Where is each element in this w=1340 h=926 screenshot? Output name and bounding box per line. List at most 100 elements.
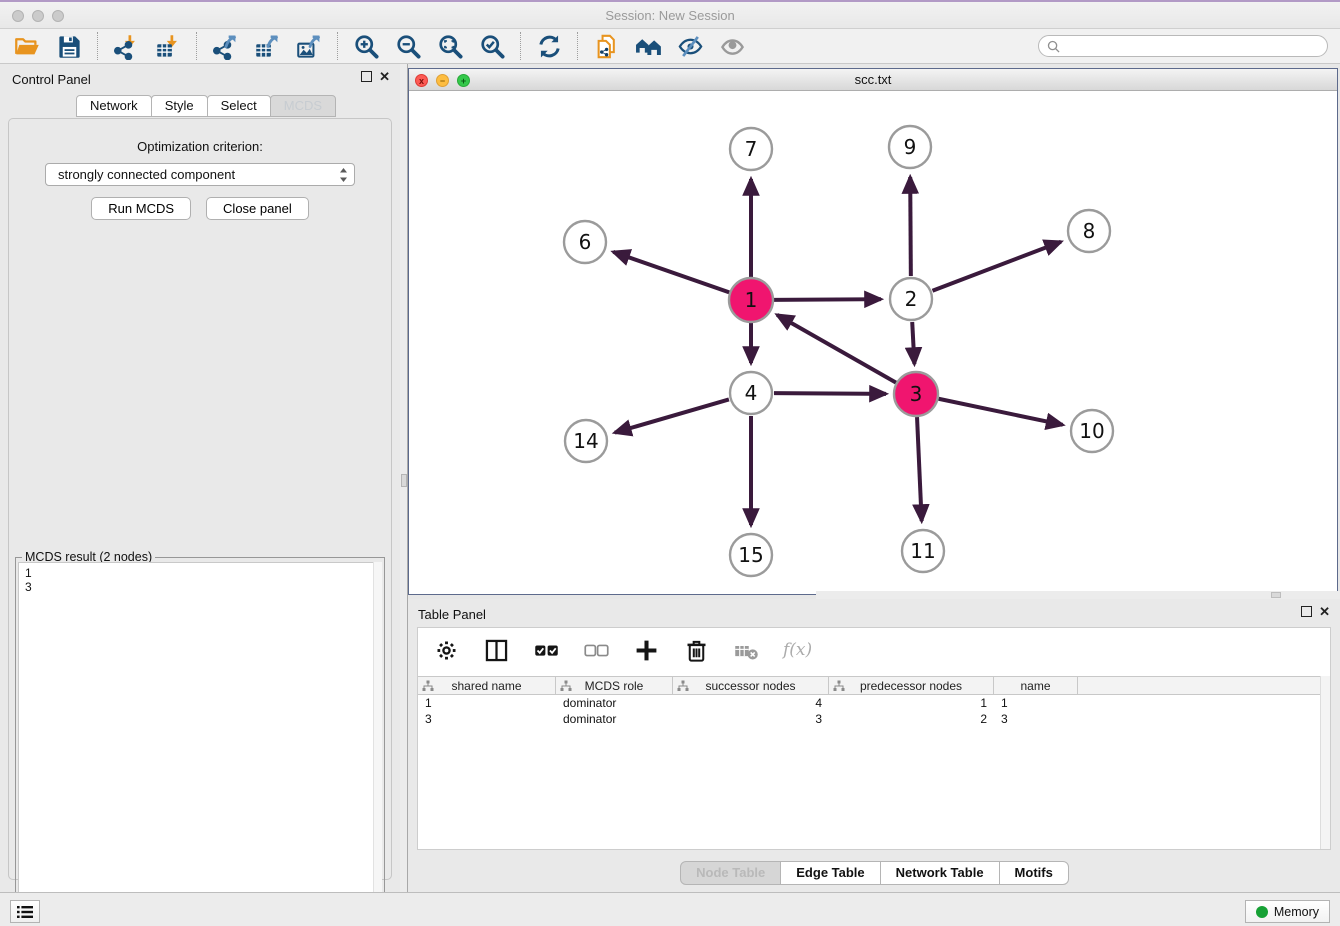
graph-edge-1-6[interactable]	[613, 252, 729, 293]
table-cell[interactable]: 2	[829, 711, 994, 727]
tab-style[interactable]: Style	[151, 95, 208, 117]
table-cell[interactable]: dominator	[556, 695, 673, 711]
delete-table-button[interactable]	[733, 636, 760, 664]
delete-rows-button[interactable]	[683, 636, 710, 664]
graph-node-label: 4	[745, 381, 758, 405]
table-scrollbar[interactable]	[1320, 676, 1330, 849]
graph-edge-2-8[interactable]	[932, 242, 1060, 291]
graph-node-label: 11	[910, 539, 935, 563]
table-cell[interactable]: 3	[673, 711, 829, 727]
tab-network-table[interactable]: Network Table	[880, 861, 1000, 885]
tab-network[interactable]: Network	[76, 95, 152, 117]
column-header-label: shared name	[451, 679, 521, 693]
import-network-button[interactable]	[105, 30, 147, 62]
table-cell[interactable]: 3	[418, 711, 556, 727]
zoom-out-button[interactable]	[387, 30, 429, 62]
close-panel-icon[interactable]: ✕	[1319, 606, 1330, 617]
graph-edge-2-9[interactable]	[910, 177, 911, 276]
column-header-MCDS-role[interactable]: MCDS role	[556, 677, 673, 694]
home-pair-button[interactable]	[627, 30, 669, 62]
import-table-button[interactable]	[147, 30, 189, 62]
graph-node-label: 8	[1083, 219, 1096, 243]
eye-disabled-button[interactable]	[711, 30, 753, 62]
table-cell[interactable]: 1	[829, 695, 994, 711]
network-graph[interactable]: 7968124314101511	[409, 91, 1337, 594]
export-table-button[interactable]	[246, 30, 288, 62]
toolbar-separator	[97, 32, 98, 60]
table-cell[interactable]: dominator	[556, 711, 673, 727]
memory-status-icon	[1256, 906, 1268, 918]
splitter-grip[interactable]	[401, 474, 407, 487]
deselect-all-rows-button[interactable]	[583, 636, 610, 664]
graph-edge-3-1[interactable]	[777, 315, 896, 383]
table-cell[interactable]: 1	[418, 695, 556, 711]
tab-mcds[interactable]: MCDS	[270, 95, 336, 117]
float-panel-icon[interactable]	[1301, 606, 1312, 617]
graph-edge-4-3[interactable]	[774, 393, 886, 394]
horizontal-splitter[interactable]	[816, 591, 1340, 599]
clone-network-button[interactable]	[585, 30, 627, 62]
optimization-criterion-label: Optimization criterion:	[9, 139, 391, 154]
tab-select[interactable]: Select	[207, 95, 271, 117]
zoom-fit-button[interactable]	[429, 30, 471, 62]
export-network-button[interactable]	[204, 30, 246, 62]
graph-edge-2-3[interactable]	[912, 322, 914, 364]
graph-edge-3-10[interactable]	[939, 399, 1063, 425]
refresh-layout-button[interactable]	[528, 30, 570, 62]
dropdown-stepper-icon	[339, 167, 348, 183]
function-builder-button[interactable]: f(x)	[783, 640, 812, 660]
add-row-button[interactable]	[633, 636, 660, 664]
vertical-splitter[interactable]	[400, 64, 408, 892]
graph-edge-3-11[interactable]	[917, 417, 922, 521]
search-box[interactable]	[1038, 35, 1328, 57]
table-row[interactable]: 1dominator411	[418, 695, 1320, 711]
column-header-label: successor nodes	[705, 679, 795, 693]
settings-gear-button[interactable]	[433, 636, 460, 664]
toggle-graphics-details-button[interactable]	[669, 30, 711, 62]
column-header-label: predecessor nodes	[860, 679, 962, 693]
column-header-shared-name[interactable]: shared name	[418, 677, 556, 694]
float-panel-icon[interactable]	[361, 71, 372, 82]
column-header-successor-nodes[interactable]: successor nodes	[673, 677, 829, 694]
close-panel-icon[interactable]: ✕	[379, 71, 390, 82]
tab-node-table[interactable]: Node Table	[680, 861, 781, 885]
graph-edge-1-2[interactable]	[774, 299, 881, 300]
open-session-button[interactable]	[6, 30, 48, 62]
delete-rows-icon	[683, 637, 710, 664]
export-image-button[interactable]	[288, 30, 330, 62]
add-row-icon	[633, 637, 660, 664]
criterion-dropdown[interactable]: strongly connected component	[45, 163, 355, 186]
table-cell[interactable]: 3	[994, 711, 1078, 727]
column-header-predecessor-nodes[interactable]: predecessor nodes	[829, 677, 994, 694]
result-scrollbar[interactable]	[373, 562, 382, 926]
network-window-titlebar: x − + scc.txt	[409, 69, 1337, 91]
save-session-button[interactable]	[48, 30, 90, 62]
export-table-icon	[254, 33, 281, 60]
columns-toggle-button[interactable]	[483, 636, 510, 664]
graph-edge-4-14[interactable]	[615, 399, 729, 432]
graph-node-label: 6	[579, 230, 592, 254]
title-bar: Session: New Session	[0, 2, 1340, 29]
column-header-name[interactable]: name	[994, 677, 1078, 694]
task-history-button[interactable]	[10, 900, 40, 923]
node-table: shared name MCDS role successor nodes prede…	[418, 676, 1320, 849]
zoom-selected-button[interactable]	[471, 30, 513, 62]
table-cell[interactable]: 1	[994, 695, 1078, 711]
network-canvas[interactable]: 7968124314101511	[409, 91, 1337, 594]
mcds-result-text[interactable]: 1 3	[18, 562, 382, 926]
table-toolbar: f(x)	[418, 628, 1330, 672]
memory-button[interactable]: Memory	[1245, 900, 1330, 923]
splitter-grip[interactable]	[1271, 592, 1281, 598]
search-input[interactable]	[1065, 39, 1319, 53]
zoom-out-icon	[395, 33, 422, 60]
clone-network-icon	[593, 33, 620, 60]
tab-motifs[interactable]: Motifs	[999, 861, 1069, 885]
list-icon	[17, 905, 33, 919]
table-cell[interactable]: 4	[673, 695, 829, 711]
close-panel-button[interactable]: Close panel	[206, 197, 309, 220]
run-mcds-button[interactable]: Run MCDS	[91, 197, 191, 220]
tab-edge-table[interactable]: Edge Table	[780, 861, 880, 885]
select-all-rows-button[interactable]	[533, 636, 560, 664]
zoom-in-button[interactable]	[345, 30, 387, 62]
table-row[interactable]: 3dominator323	[418, 711, 1320, 727]
